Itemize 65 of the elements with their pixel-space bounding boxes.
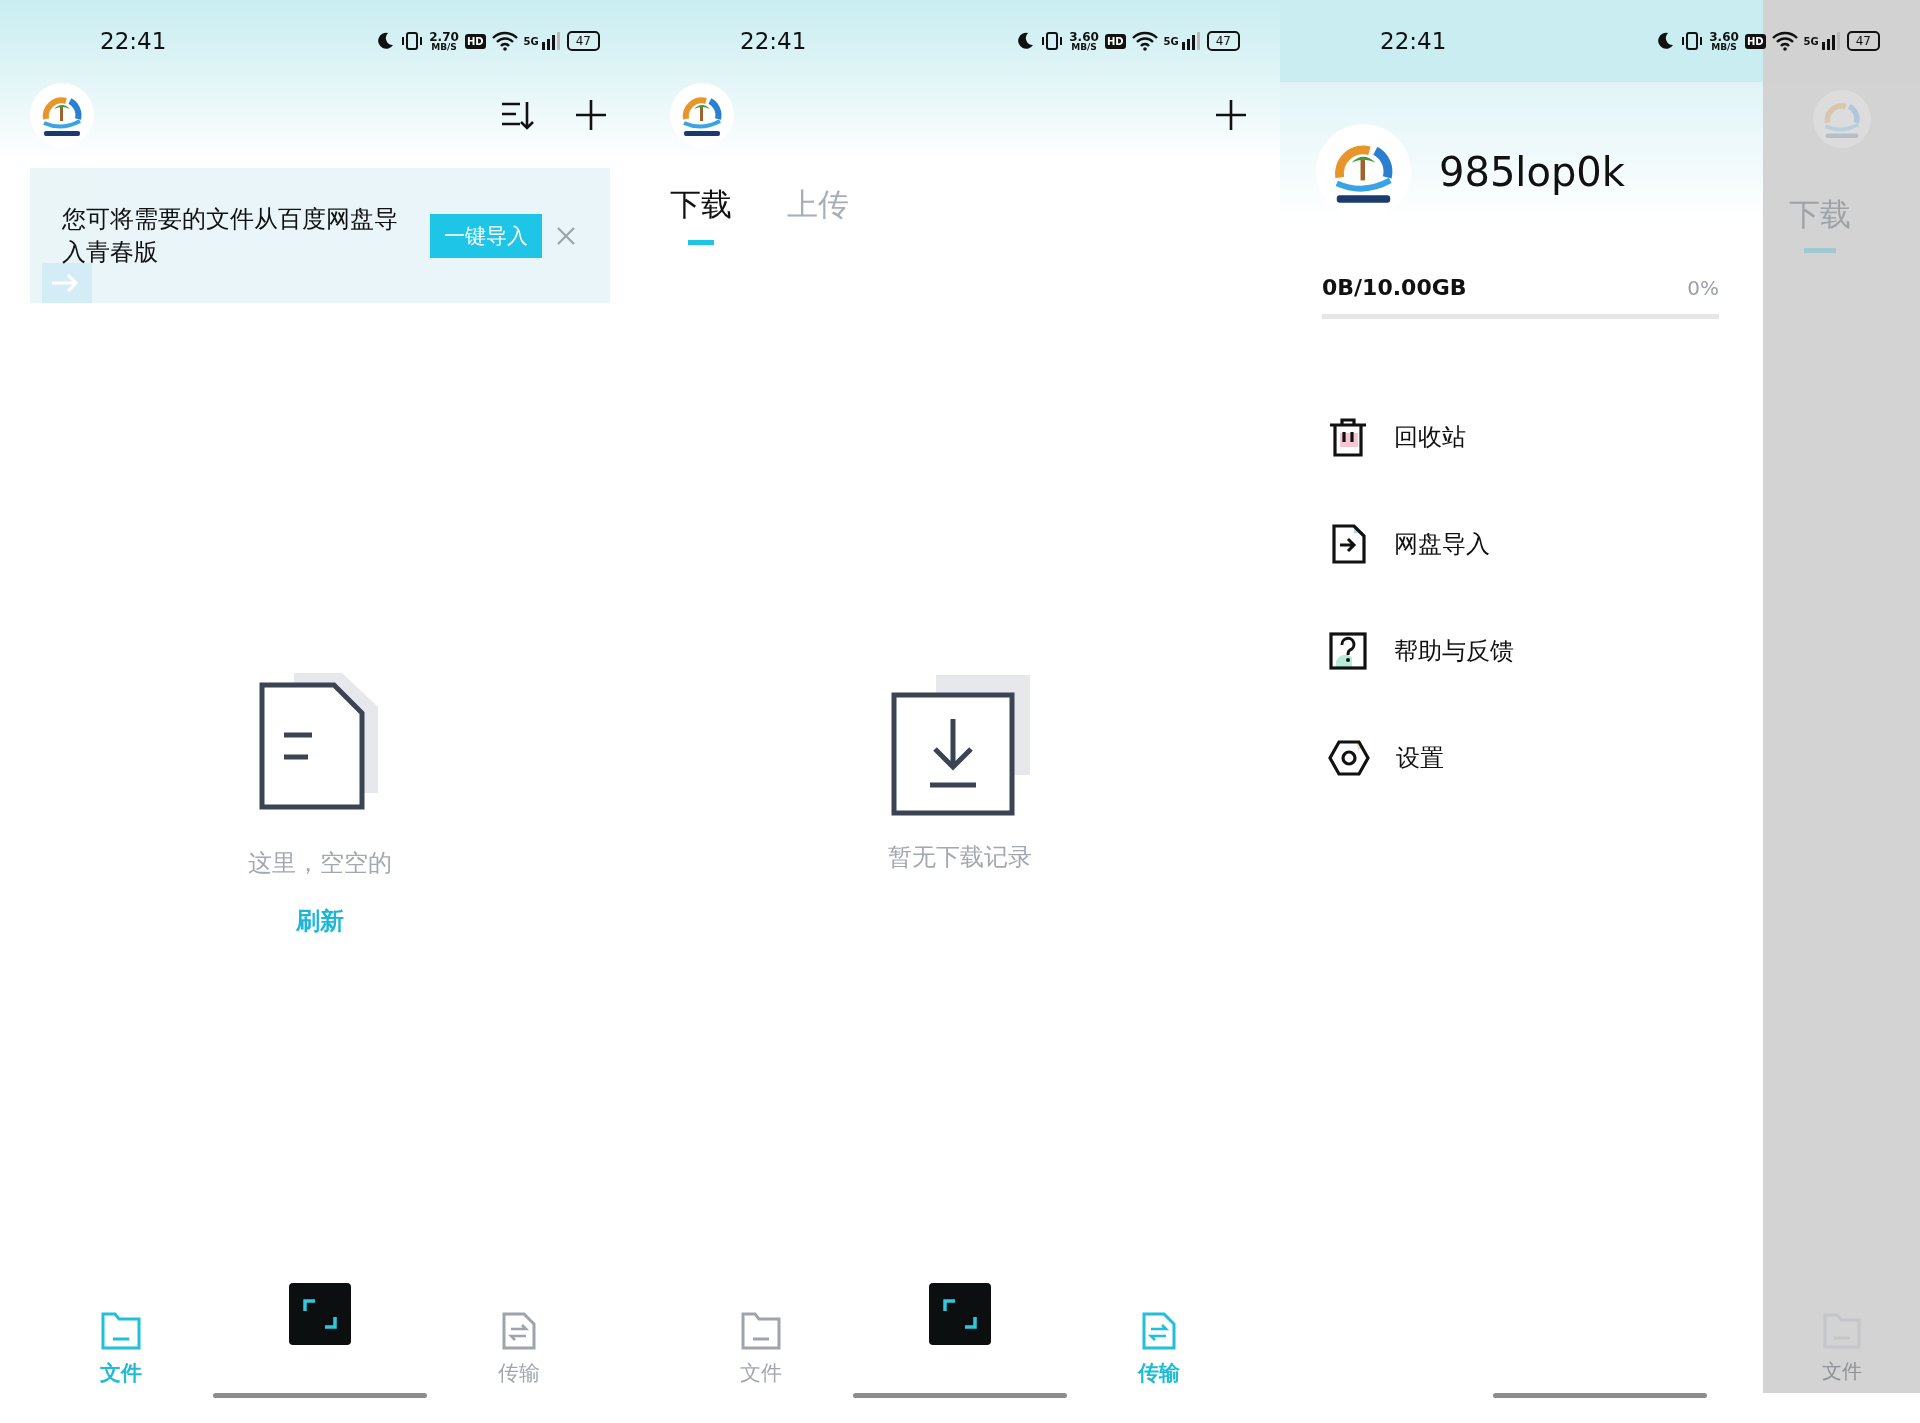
nav-tab[interactable]: 文件	[740, 1311, 782, 1387]
banner-text: 您可将需要的文件从百度网盘导入青春版	[62, 203, 399, 268]
hd-badge: HD	[1104, 33, 1126, 49]
tab[interactable]: 上传	[787, 184, 849, 245]
network-type: 5G	[523, 35, 539, 47]
settings-icon	[1328, 738, 1370, 778]
speed-unit: MB/S	[1711, 42, 1737, 52]
menu-item[interactable]: 回收站	[1328, 417, 1763, 457]
signal-icon	[1180, 31, 1201, 51]
speed-unit: MB/S	[431, 42, 457, 52]
storage-percent: 0%	[1687, 276, 1719, 300]
refresh-link[interactable]: 刷新	[296, 905, 344, 937]
empty-message: 这里，空空的	[248, 848, 392, 879]
menu-item[interactable]: 帮助与反馈	[1328, 631, 1763, 671]
nav-tab[interactable]: 传输	[1138, 1311, 1180, 1387]
vibrate-icon	[1681, 31, 1704, 51]
wifi-icon	[491, 31, 518, 51]
moon-icon	[375, 31, 396, 51]
import-button[interactable]: 一键导入	[430, 213, 542, 258]
scan-icon	[303, 1299, 337, 1329]
add-icon[interactable]	[1214, 98, 1248, 132]
folder-icon	[100, 1311, 142, 1351]
clock-time: 22:41	[100, 28, 167, 54]
nav-tab[interactable]: 文件	[100, 1311, 142, 1387]
transfer-icon	[1141, 1311, 1177, 1351]
trash-icon	[1328, 417, 1368, 457]
moon-icon	[1655, 31, 1676, 51]
wifi-icon	[1771, 31, 1798, 51]
network-type: 5G	[1803, 35, 1819, 47]
hd-badge: HD	[1744, 33, 1766, 49]
menu-item[interactable]: 网盘导入	[1328, 524, 1763, 564]
clock-time: 22:41	[1380, 28, 1447, 54]
tab-indicator	[1803, 248, 1836, 253]
vibrate-icon	[1041, 31, 1064, 51]
battery-level: 47	[1846, 31, 1880, 51]
network-speed: 3.60	[1709, 30, 1739, 43]
download-icon	[890, 675, 1030, 817]
network-speed: 3.60	[1069, 30, 1099, 43]
sort-icon[interactable]	[500, 99, 534, 131]
scan-button[interactable]	[929, 1283, 991, 1345]
add-icon[interactable]	[574, 98, 608, 132]
battery-level: 47	[566, 31, 600, 51]
tab[interactable]: 下载	[670, 184, 732, 245]
network-type: 5G	[1163, 35, 1179, 47]
wifi-icon	[1131, 31, 1158, 51]
moon-icon	[1015, 31, 1036, 51]
speed-unit: MB/S	[1071, 42, 1097, 52]
empty-message: 暂无下载记录	[888, 842, 1032, 873]
clock-time: 22:41	[740, 28, 807, 54]
user-name: 985lop0k	[1439, 148, 1625, 195]
nav-tab[interactable]: 传输	[498, 1311, 540, 1387]
transfer-icon	[501, 1311, 537, 1351]
nav-label: 文件	[1821, 1358, 1862, 1385]
signal-icon	[540, 31, 561, 51]
vibrate-icon	[401, 31, 424, 51]
battery-level: 47	[1206, 31, 1240, 51]
hd-badge: HD	[464, 33, 486, 49]
signal-icon	[1820, 31, 1841, 51]
folder-icon	[740, 1311, 782, 1351]
network-speed: 2.70	[429, 30, 459, 43]
menu-item[interactable]: 设置	[1328, 738, 1763, 778]
storage-used: 0B/10.00GB	[1322, 275, 1467, 300]
help-icon	[1328, 631, 1368, 671]
scan-button[interactable]	[289, 1283, 351, 1345]
scan-icon	[943, 1299, 977, 1329]
